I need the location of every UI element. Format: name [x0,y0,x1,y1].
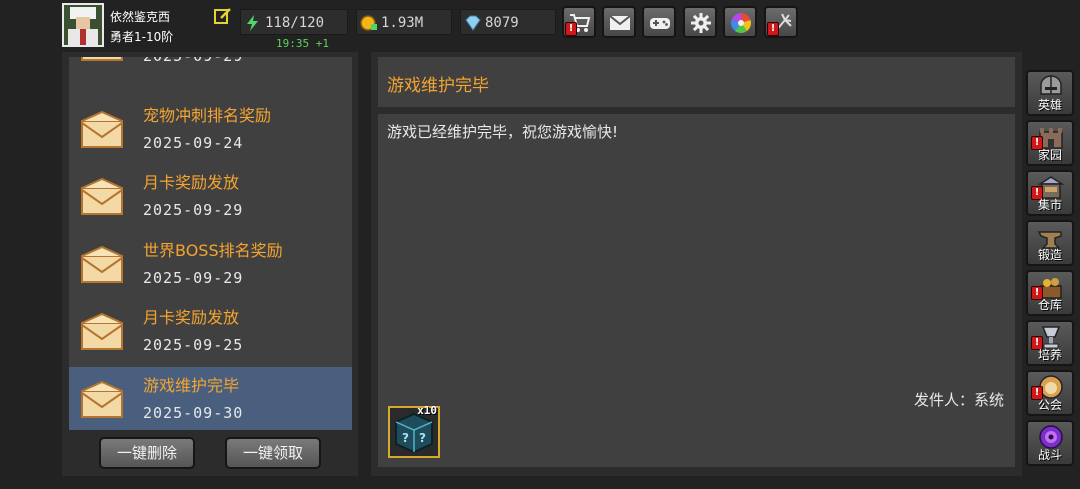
energy-timer: 19:35 +1 [276,37,329,50]
edit-name-icon[interactable] [214,7,232,25]
mail-date: 2025-09-25 [143,336,244,354]
envelope-icon [81,111,123,148]
mail-date: 2025-09-24 [143,134,244,152]
mail-date: 2025-09-29 [143,201,244,219]
mail-date: 2025-09-29 [143,57,243,65]
mail-button[interactable] [602,6,636,38]
mail-item[interactable]: 宠物冲刺排名奖励 2025-09-24 [69,97,352,165]
mail-date: 2025-09-29 [143,269,244,287]
mail-title: 世界BOSS排名奖励 [143,241,283,260]
lightning-icon [247,15,258,31]
mail-item[interactable]: 世界BOSS排名奖励 2025-09-29 [69,232,352,300]
mail-sender: 发件人：系统 [913,391,1004,409]
envelope-icon [81,246,123,283]
nav-label: 集市 [1037,198,1062,212]
mail-list-panel: 2025-09-29 宠物冲刺排名奖励 2025-09-24 月卡奖励发放 20… [62,52,358,476]
alert-badge: ! [767,22,779,36]
mail-detail-content: 游戏已经维护完毕，祝您游戏愉快! 发件人：系统 ? ? x10 [378,114,1015,467]
nav-market[interactable]: ! 集市 [1026,170,1074,216]
nav-battle[interactable]: 战斗 [1026,420,1074,466]
mail-date: 2025-09-30 [143,404,244,422]
gold-value: 1.93M [381,15,424,31]
nav-label: 培养 [1037,348,1062,362]
shop-button[interactable]: ! [562,6,596,38]
player-avatar[interactable] [62,3,104,47]
mail-detail-body: 游戏已经维护完毕，祝您游戏愉快! [387,123,619,141]
envelope-icon [81,313,123,350]
gamepad-button[interactable] [642,6,676,38]
mail-title: 月卡奖励发放 [143,173,240,192]
mail-detail-panel: 游戏维护完毕 游戏已经维护完毕，祝您游戏愉快! 发件人：系统 ? ? x10 [371,52,1022,476]
mail-item[interactable]: 2025-09-29 [69,57,352,78]
nav-forge[interactable]: 锻造 [1026,220,1074,266]
energy-display: 118/120 [240,9,348,35]
gems-value: 8079 [485,15,519,31]
claim-all-button[interactable]: 一键领取 [225,437,321,469]
mail-item[interactable]: 月卡奖励发放 2025-09-29 [69,164,352,232]
nav-hero[interactable]: 英雄 [1026,70,1074,116]
avatar-robe-stripe [80,29,86,45]
mail-list[interactable]: 2025-09-29 宠物冲刺排名奖励 2025-09-24 月卡奖励发放 20… [69,57,352,430]
player-name: 依然鉴克西 [110,10,171,24]
envelope-icon [81,57,123,61]
alert-badge: ! [565,22,577,36]
nav-label: 锻造 [1037,248,1062,262]
fireworks-button[interactable]: ! [764,6,798,38]
energy-value: 118/120 [265,15,325,31]
settings-gear-icon [691,13,711,33]
nav-cultivate[interactable]: ! 培养 [1026,320,1074,366]
mail-title: 宠物冲刺排名奖励 [143,106,272,125]
mail-item[interactable]: 月卡奖励发放 2025-09-25 [69,299,352,367]
attachment-item[interactable]: ? ? x10 [388,404,440,458]
settings-button[interactable] [683,6,717,38]
nav-label: 家园 [1037,148,1062,162]
nav-warehouse[interactable]: ! 仓库 [1026,270,1074,316]
mail-icon [609,15,631,30]
delete-all-button[interactable]: 一键删除 [99,437,195,469]
nav-label: 英雄 [1037,98,1062,112]
nav-label: 公会 [1037,398,1062,412]
svg-text:?: ? [419,431,426,445]
nav-guild[interactable]: ! 公会 [1026,370,1074,416]
mail-title: 游戏维护完毕 [143,376,240,395]
gamepad-icon [650,18,670,29]
mail-detail-title: 游戏维护完毕 [387,76,489,96]
mail-item-selected[interactable]: 游戏维护完毕 2025-09-30 [69,367,352,430]
diamond-icon [465,15,481,31]
gems-display: 8079 [460,9,556,35]
attachment-count: x10 [417,404,437,417]
envelope-icon [81,178,123,215]
mail-detail-header: 游戏维护完毕 [378,57,1015,107]
color-wheel-icon [731,13,751,33]
nav-home[interactable]: ! 家园 [1026,120,1074,166]
lottery-button[interactable] [723,6,757,38]
envelope-icon [81,381,123,418]
nav-label: 战斗 [1037,448,1062,462]
avatar-face [76,17,90,29]
mail-title: 月卡奖励发放 [143,308,240,327]
nav-label: 仓库 [1037,298,1062,312]
svg-text:?: ? [402,431,409,445]
gold-display: 1.93M [356,9,452,35]
gold-coin-icon [360,15,377,31]
player-rank: 勇者1-10阶 [110,30,174,44]
